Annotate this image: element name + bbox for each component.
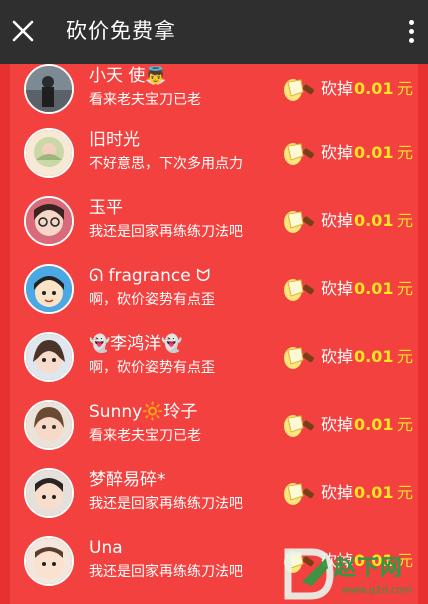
list-item: 👻李鸿洋👻 啊，砍价姿势有点歪 砍掉 0.01 元 xyxy=(10,332,418,400)
avatar xyxy=(24,196,74,246)
cut-result: 砍掉 0.01 元 xyxy=(284,76,414,102)
close-button[interactable] xyxy=(8,16,38,46)
cut-label: 砍掉 xyxy=(321,279,354,298)
cut-result: 砍掉 0.01 元 xyxy=(284,208,414,234)
cut-amount: 0.01 xyxy=(354,415,394,434)
cut-unit: 元 xyxy=(397,143,414,162)
knife-icon xyxy=(284,79,314,101)
cut-amount: 0.01 xyxy=(354,483,394,502)
title-bar: 砍价免费拿 xyxy=(0,0,428,64)
knife-icon xyxy=(284,211,314,233)
list-item: 旧时光 不好意思，下次多用点力 砍掉 0.01 元 xyxy=(10,128,418,196)
cut-label: 砍掉 xyxy=(321,211,354,230)
avatar xyxy=(24,400,74,450)
cut-amount: 0.01 xyxy=(354,211,394,230)
user-name: Una xyxy=(89,538,123,558)
cut-amount: 0.01 xyxy=(354,347,394,366)
avatar xyxy=(24,536,74,586)
close-icon xyxy=(12,20,34,42)
watermark-text: 赵下网 xyxy=(334,556,404,581)
watermark-url: www.q2d.com xyxy=(342,585,413,596)
bargain-page: 砍价免费拿 小天 使👼 看来老夫宝刀已老 砍掉 0.01 元 旧时光 不好意思，… xyxy=(0,0,428,604)
list-item: ᘏ fragrance ᗢ 啊，砍价姿势有点歪 砍掉 0.01 元 xyxy=(10,264,418,332)
watermark-logo-icon xyxy=(284,548,334,600)
knife-icon xyxy=(284,143,314,165)
avatar xyxy=(24,264,74,314)
avatar xyxy=(24,468,74,518)
avatar xyxy=(24,128,74,178)
cut-unit: 元 xyxy=(397,79,414,98)
helper-list[interactable]: 小天 使👼 看来老夫宝刀已老 砍掉 0.01 元 旧时光 不好意思，下次多用点力… xyxy=(10,64,418,604)
cut-unit: 元 xyxy=(397,347,414,366)
list-item: 小天 使👼 看来老夫宝刀已老 砍掉 0.01 元 xyxy=(10,64,418,132)
cut-label: 砍掉 xyxy=(321,79,354,98)
cut-label: 砍掉 xyxy=(321,143,354,162)
list-item: 玉平 我还是回家再练练刀法吧 砍掉 0.01 元 xyxy=(10,196,418,264)
user-name: 玉平 xyxy=(89,198,123,218)
user-name: 👻李鸿洋👻 xyxy=(89,334,183,354)
user-message: 啊，砍价姿势有点歪 xyxy=(89,360,215,376)
list-item: 梦醉易碎* 我还是回家再练练刀法吧 砍掉 0.01 元 xyxy=(10,468,418,536)
user-message: 啊，砍价姿势有点歪 xyxy=(89,292,215,308)
cut-result: 砍掉 0.01 元 xyxy=(284,412,414,438)
cut-result: 砍掉 0.01 元 xyxy=(284,344,414,370)
user-message: 我还是回家再练练刀法吧 xyxy=(89,564,243,580)
user-name: 旧时光 xyxy=(89,130,140,150)
cut-result: 砍掉 0.01 元 xyxy=(284,276,414,302)
cut-unit: 元 xyxy=(397,211,414,230)
cut-unit: 元 xyxy=(397,415,414,434)
user-name: 梦醉易碎* xyxy=(89,470,166,490)
cut-unit: 元 xyxy=(397,483,414,502)
left-border xyxy=(0,64,10,604)
cut-unit: 元 xyxy=(397,279,414,298)
user-message: 我还是回家再练练刀法吧 xyxy=(89,224,243,240)
user-message: 我还是回家再练练刀法吧 xyxy=(89,496,243,512)
user-message: 看来老夫宝刀已老 xyxy=(89,428,201,444)
knife-icon xyxy=(284,415,314,437)
cut-result: 砍掉 0.01 元 xyxy=(284,480,414,506)
knife-icon xyxy=(284,483,314,505)
user-name: 小天 使👼 xyxy=(89,66,167,86)
cut-label: 砍掉 xyxy=(321,415,354,434)
cut-amount: 0.01 xyxy=(354,279,394,298)
knife-icon xyxy=(284,347,314,369)
user-message: 看来老夫宝刀已老 xyxy=(89,92,201,108)
cut-amount: 0.01 xyxy=(354,143,394,162)
knife-icon xyxy=(284,279,314,301)
avatar xyxy=(24,64,74,114)
avatar xyxy=(24,332,74,382)
user-name: ᘏ fragrance ᗢ xyxy=(89,266,211,286)
page-title: 砍价免费拿 xyxy=(66,19,176,43)
cut-result: 砍掉 0.01 元 xyxy=(284,140,414,166)
list-item: Sunny🔆玲子 看来老夫宝刀已老 砍掉 0.01 元 xyxy=(10,400,418,468)
cut-amount: 0.01 xyxy=(354,79,394,98)
more-vertical-icon xyxy=(408,20,414,25)
user-message: 不好意思，下次多用点力 xyxy=(89,156,243,172)
right-border xyxy=(418,64,428,604)
cut-label: 砍掉 xyxy=(321,483,354,502)
more-menu-button[interactable] xyxy=(406,20,416,46)
user-name: Sunny🔆玲子 xyxy=(89,402,198,422)
cut-label: 砍掉 xyxy=(321,347,354,366)
